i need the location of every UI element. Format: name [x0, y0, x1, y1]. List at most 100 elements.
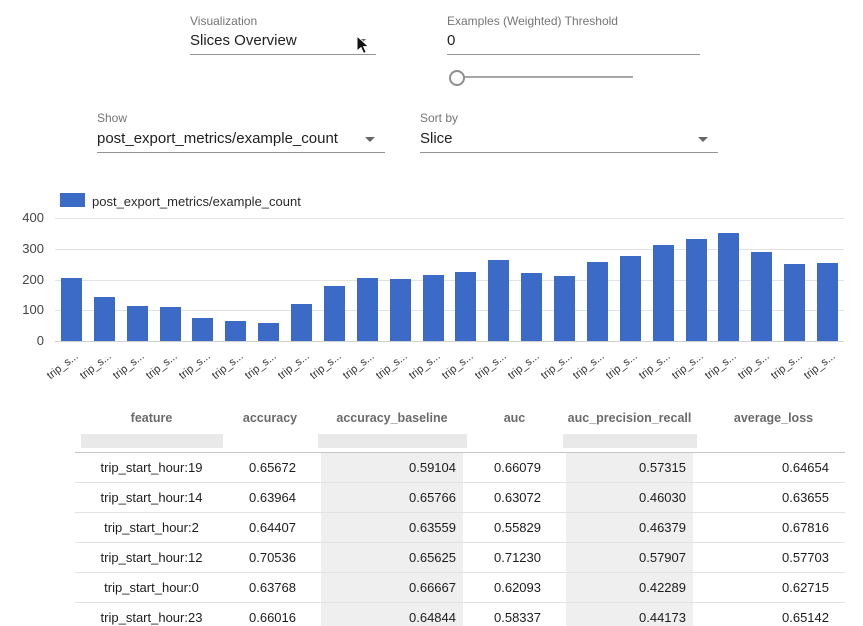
bar[interactable]	[653, 245, 674, 341]
table-row[interactable]: trip_start_hour:230.660160.648440.583370…	[75, 603, 845, 626]
cell-average_loss: 0.64654	[702, 453, 845, 483]
column-header-auc[interactable]: auc	[472, 404, 557, 432]
mouse-cursor-icon	[356, 35, 372, 57]
cell-auc: 0.66079	[472, 453, 557, 483]
column-header-accuracy[interactable]: accuracy	[228, 404, 312, 432]
table-filter-row	[75, 432, 845, 453]
bar[interactable]	[620, 256, 641, 341]
metrics-table-container: featureaccuracyaccuracy_baselineaucauc_p…	[75, 404, 845, 626]
y-tick-label: 300	[22, 241, 44, 256]
bar[interactable]	[686, 239, 707, 341]
cell-auc_precision_recall: 0.46379	[557, 513, 702, 543]
cell-auc_precision_recall: 0.46030	[557, 483, 702, 513]
gridline	[55, 341, 844, 342]
table-row[interactable]: trip_start_hour:00.637680.666670.620930.…	[75, 573, 845, 603]
bar[interactable]	[455, 272, 476, 341]
bar[interactable]	[587, 262, 608, 341]
cell-auc_precision_recall: 0.44173	[557, 603, 702, 626]
cell-average_loss: 0.67816	[702, 513, 845, 543]
sort-by-label: Sort by	[420, 111, 458, 125]
bar[interactable]	[127, 306, 148, 341]
visualization-value: Slices Overview	[190, 32, 297, 49]
bar[interactable]	[423, 275, 444, 341]
slider-knob[interactable]	[449, 70, 465, 86]
show-value: post_export_metrics/example_count	[97, 130, 338, 147]
cell-auc: 0.55829	[472, 513, 557, 543]
bar[interactable]	[94, 297, 115, 341]
slices-bar-chart: post_export_metrics/example_count 400 300…	[0, 190, 863, 390]
column-header-average_loss[interactable]: average_loss	[702, 404, 845, 432]
cell-auc: 0.63072	[472, 483, 557, 513]
cell-feature: trip_start_hour:23	[75, 603, 228, 626]
threshold-label: Examples (Weighted) Threshold	[447, 14, 618, 28]
filter-cell	[557, 432, 702, 453]
show-label: Show	[97, 111, 127, 125]
column-filter-input[interactable]	[81, 434, 223, 448]
cell-accuracy_baseline: 0.64844	[312, 603, 472, 626]
y-tick-label: 100	[22, 302, 44, 317]
table-row[interactable]: trip_start_hour:120.705360.656250.712300…	[75, 543, 845, 573]
gridline	[55, 218, 844, 219]
bar[interactable]	[225, 321, 246, 341]
bar[interactable]	[817, 263, 838, 341]
plot-area: trip_s...trip_s...trip_s...trip_s...trip…	[55, 218, 844, 341]
bar[interactable]	[258, 323, 279, 341]
filter-cell	[472, 432, 557, 453]
threshold-input[interactable]: 0	[447, 32, 700, 55]
cell-accuracy_baseline: 0.63559	[312, 513, 472, 543]
cell-auc: 0.71230	[472, 543, 557, 573]
cell-accuracy_baseline: 0.66667	[312, 573, 472, 603]
chevron-down-icon	[698, 137, 708, 142]
visualization-label: Visualization	[190, 14, 257, 28]
bar[interactable]	[390, 279, 411, 341]
cell-feature: trip_start_hour:2	[75, 513, 228, 543]
y-tick-label: 400	[22, 210, 44, 225]
cell-average_loss: 0.63655	[702, 483, 845, 513]
bar[interactable]	[324, 286, 345, 341]
cell-accuracy: 0.66016	[228, 603, 312, 626]
column-header-auc_precision_recall[interactable]: auc_precision_recall	[557, 404, 702, 432]
sort-by-value: Slice	[420, 130, 453, 147]
bar[interactable]	[192, 318, 213, 341]
sort-by-select[interactable]: Slice	[420, 130, 718, 153]
bar[interactable]	[61, 278, 82, 341]
legend-label: post_export_metrics/example_count	[92, 194, 301, 209]
cell-accuracy: 0.63768	[228, 573, 312, 603]
bar[interactable]	[160, 307, 181, 341]
metrics-table: featureaccuracyaccuracy_baselineaucauc_p…	[75, 404, 845, 626]
bar[interactable]	[357, 278, 378, 341]
y-axis: 4003002001000	[0, 218, 46, 341]
y-tick-label: 200	[22, 272, 44, 287]
cell-auc: 0.58337	[472, 603, 557, 626]
bar[interactable]	[718, 233, 739, 341]
bar[interactable]	[488, 260, 509, 341]
cell-accuracy: 0.65672	[228, 453, 312, 483]
visualization-select[interactable]: Slices Overview	[190, 32, 376, 55]
cell-auc_precision_recall: 0.57315	[557, 453, 702, 483]
column-filter-input[interactable]	[563, 434, 697, 448]
column-header-accuracy_baseline[interactable]: accuracy_baseline	[312, 404, 472, 432]
cell-accuracy: 0.70536	[228, 543, 312, 573]
filter-cell	[702, 432, 845, 453]
slider-track[interactable]	[453, 76, 633, 78]
bar[interactable]	[291, 304, 312, 341]
bar[interactable]	[784, 264, 805, 342]
bar[interactable]	[521, 273, 542, 341]
table-row[interactable]: trip_start_hour:140.639640.657660.630720…	[75, 483, 845, 513]
chevron-down-icon	[365, 137, 375, 142]
cell-average_loss: 0.65142	[702, 603, 845, 626]
column-header-feature[interactable]: feature	[75, 404, 228, 432]
cell-accuracy: 0.64407	[228, 513, 312, 543]
threshold-slider[interactable]	[447, 69, 637, 85]
bar[interactable]	[554, 276, 575, 341]
bar[interactable]	[751, 252, 772, 342]
filter-cell	[228, 432, 312, 453]
y-tick-label: 0	[37, 333, 44, 348]
column-filter-input[interactable]	[318, 434, 467, 448]
slicing-metrics-browser: Visualization Slices Overview Examples (…	[0, 0, 863, 626]
table-row[interactable]: trip_start_hour:20.644070.635590.558290.…	[75, 513, 845, 543]
cell-auc_precision_recall: 0.42289	[557, 573, 702, 603]
cell-auc: 0.62093	[472, 573, 557, 603]
table-row[interactable]: trip_start_hour:190.656720.591040.660790…	[75, 453, 845, 483]
show-select[interactable]: post_export_metrics/example_count	[97, 130, 385, 153]
